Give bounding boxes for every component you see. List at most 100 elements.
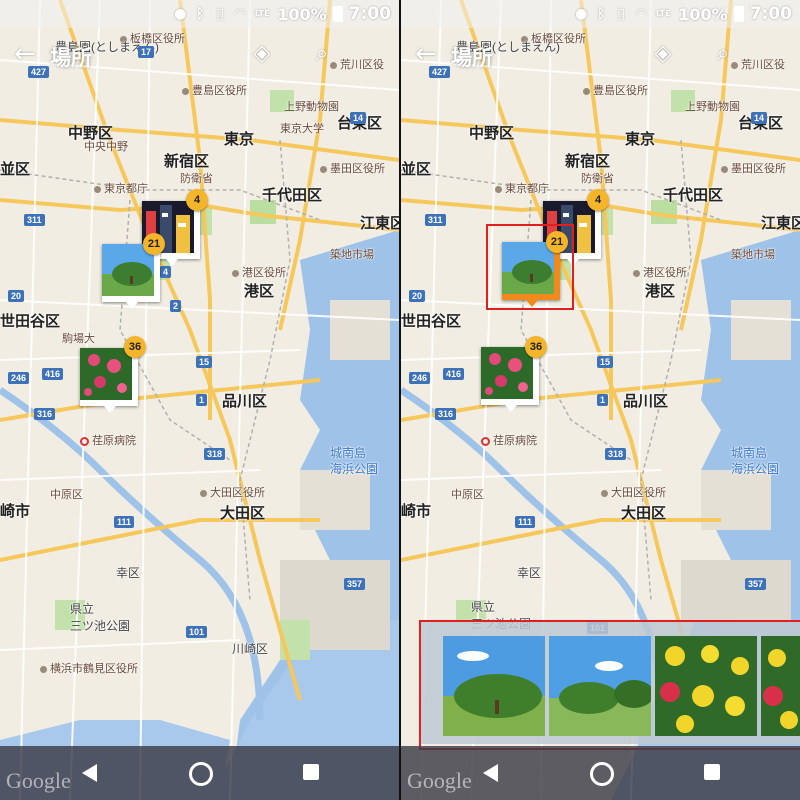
label-kaihin: 海浜公園 (330, 462, 379, 476)
road-shield-318: 318 (605, 448, 627, 460)
status-icons: ● ᛒ ▯ ◠ LTE 100% 7:00 (574, 4, 792, 24)
nav-home-icon[interactable] (189, 762, 213, 786)
label-tokyo-u: 東京大学 (280, 123, 324, 135)
label-nakahara: 中原区 (451, 489, 484, 501)
label-nakano-pref: 中央中野 (84, 141, 128, 153)
road-shield-1: 1 (597, 394, 609, 406)
road-shield-316: 316 (435, 408, 457, 420)
label-ota: 大田区 (220, 505, 266, 522)
label-setagaya: 世田谷区 (401, 313, 462, 330)
status-bar: ● ᛒ ▯ ◠ LTE 100% 7:00 (0, 0, 399, 28)
vibrate-icon: ▯ (216, 6, 225, 22)
label-koto: 江東区 (761, 215, 800, 232)
status-icons: ● ᛒ ▯ ◠ LTE 100% 7:00 (173, 4, 391, 24)
label-saiwai: 幸区 (116, 566, 141, 580)
cluster-count-badge: 4 (186, 189, 208, 211)
clock: 7:00 (348, 4, 391, 24)
nav-recents-icon[interactable] (704, 764, 720, 780)
back-arrow-icon[interactable]: ← (14, 40, 42, 68)
label-yokohama-tsurumi: 横浜市鶴見区役所 (40, 660, 138, 676)
road-shield-416: 416 (443, 368, 465, 380)
google-logo: Google (6, 768, 71, 793)
road-shield-357: 357 (745, 578, 767, 590)
navigation-bar: Google (0, 746, 399, 800)
road-shield-15: 15 (597, 356, 614, 368)
search-icon[interactable]: ⌕ (711, 42, 735, 66)
label-ueno-zoo: 上野動物園 (284, 101, 339, 113)
nav-recents-icon[interactable] (303, 764, 319, 780)
label-kawasaki: 崎市 (0, 503, 31, 520)
road-shield-101: 101 (186, 626, 208, 638)
label-tokyo-city: 東京都庁 (94, 180, 148, 196)
label-kawasaki-ward: 川崎区 (232, 642, 269, 656)
battery-icon (332, 6, 343, 22)
bluetooth-icon: ᛒ (196, 6, 205, 22)
label-komaba: 駒場大 (62, 333, 95, 345)
road-shield-246: 246 (8, 372, 30, 384)
road-shield-311: 311 (425, 214, 446, 226)
page-title: 場所 (451, 46, 493, 70)
page-title: 場所 (50, 46, 92, 70)
label-ota: 大田区 (621, 505, 667, 522)
road-shield-2: 2 (170, 300, 182, 312)
label-kaihin: 海浜公園 (731, 462, 780, 476)
screen-left: 板橋区役所 豊島園(としまえん) 荒川区役 豊島区役所 上野動物園 中野区 中央… (0, 0, 399, 800)
label-sumida: 墨田区役所 (721, 160, 786, 176)
map-view[interactable]: 板橋区役所 豊島園(としまえん) 荒川区役 豊島区役所 上野動物園 中野区 中央… (0, 0, 399, 800)
road-shield-246: 246 (409, 372, 431, 384)
road-shield-15: 15 (196, 356, 213, 368)
label-tokyo: 東京 (224, 131, 255, 148)
road-shield-111: 111 (114, 516, 135, 528)
label-nakano: 中野区 (469, 125, 515, 142)
road-shield-14: 14 (751, 112, 768, 124)
app-header: ← 場所 ◈ ⌕ (401, 32, 800, 76)
wifi-icon: ◠ (635, 6, 647, 22)
label-shinagawa: 品川区 (623, 393, 669, 410)
bluetooth-icon: ᛒ (597, 6, 606, 22)
highlight-photo-strip (419, 620, 800, 750)
cluster-count-badge: 36 (525, 336, 547, 358)
comparison-view: 板橋区役所 豊島園(としまえん) 荒川区役 豊島区役所 上野動物園 中野区 中央… (0, 0, 800, 800)
road-shield-316: 316 (34, 408, 56, 420)
label-tsukiji: 築地市場 (731, 249, 775, 261)
wifi-icon: ◠ (234, 6, 246, 22)
battery-percent: 100% (678, 4, 728, 24)
nav-home-icon[interactable] (590, 762, 614, 786)
label-ueno-zoo: 上野動物園 (685, 101, 740, 113)
label-tokyo-city: 東京都庁 (495, 180, 549, 196)
battery-percent: 100% (277, 4, 327, 24)
label-chiyoda: 千代田区 (663, 187, 724, 204)
label-sumida: 墨田区役所 (320, 160, 385, 176)
label-saiwai: 幸区 (517, 566, 542, 580)
label-suginami: 並区 (401, 161, 432, 178)
park-photo (102, 244, 157, 299)
label-chiyoda: 千代田区 (262, 187, 323, 204)
cluster-count-badge: 36 (124, 336, 146, 358)
label-shinagawa: 品川区 (222, 393, 268, 410)
landfill-2 (330, 300, 390, 360)
label-johnanjima: 城南島 (731, 446, 768, 460)
label-toshima-office: 豊島区役所 (182, 82, 247, 98)
map-style-icon[interactable]: ◈ (250, 42, 274, 66)
label-tokyo: 東京 (625, 131, 656, 148)
back-arrow-icon[interactable]: ← (415, 40, 443, 68)
label-kawasaki: 崎市 (401, 503, 432, 520)
label-ota-office: 大田区役所 (200, 484, 265, 500)
label-minato: 港区 (244, 283, 275, 300)
road-shield-20: 20 (409, 290, 426, 302)
nav-back-icon[interactable] (483, 764, 498, 782)
battery-icon (733, 6, 744, 22)
map-style-icon[interactable]: ◈ (651, 42, 675, 66)
road-shield-111: 111 (515, 516, 536, 528)
road-shield-357: 357 (344, 578, 366, 590)
label-minato: 港区 (645, 283, 676, 300)
label-suginami: 並区 (0, 161, 31, 178)
road-shield-4: 4 (160, 266, 172, 278)
nav-back-icon[interactable] (82, 764, 97, 782)
label-toshima-office: 豊島区役所 (583, 82, 648, 98)
google-logo: Google (407, 768, 472, 793)
label-boei: 防衛省 (180, 173, 213, 185)
search-icon[interactable]: ⌕ (310, 42, 334, 66)
label-minato-office: 港区役所 (232, 264, 286, 280)
location-icon: ● (174, 6, 187, 22)
